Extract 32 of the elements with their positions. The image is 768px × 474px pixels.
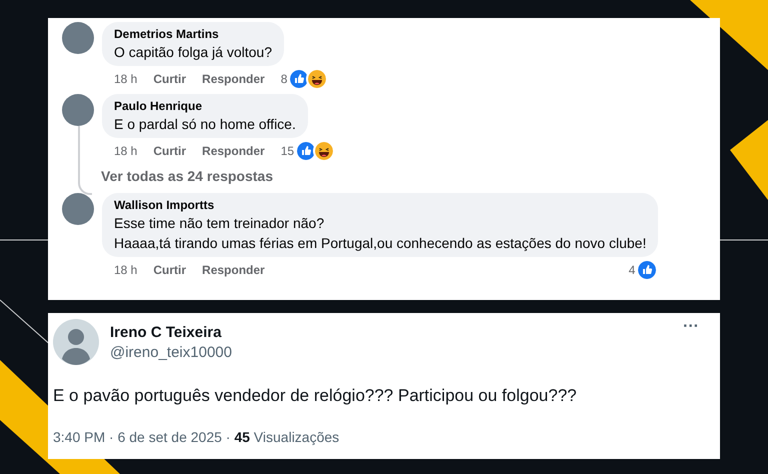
comment-text: Haaaa,tá tirando umas férias em Portugal,ou conhecendo as estações do novo clube! [114, 234, 646, 253]
tweet-text: E o pavão português vendedor de relógio??? Participou ou folgou??? [53, 385, 578, 407]
comment-text: Esse time não tem treinador não? [114, 214, 326, 233]
tweet-meta: 3:40 PM · 6 de set de 2025 · 45 Visualizações [53, 428, 340, 447]
comment-time: 18 h [114, 142, 138, 160]
comment-text: O capitão folga já voltou? [114, 43, 272, 62]
avatar[interactable] [62, 193, 94, 225]
user-name[interactable]: Ireno C Teixeira [110, 323, 232, 343]
view-replies-link[interactable]: Ver todas as 24 respostas [101, 166, 273, 187]
user-handle[interactable]: @ireno_teix10000 [110, 343, 232, 363]
comment-time: 18 h [114, 262, 138, 278]
author-name[interactable]: Demetrios Martins [114, 26, 272, 42]
laughing-emoji-icon [313, 140, 336, 162]
like-link[interactable]: Curtir [153, 70, 186, 88]
avatar-silhouette-icon [53, 319, 99, 365]
author-name[interactable]: Wallison Importts [114, 197, 646, 213]
avatar[interactable] [62, 94, 94, 126]
reply-link[interactable]: Responder [202, 70, 265, 88]
comment-text: E o pardal só no home office. [114, 115, 296, 134]
reaction-count: 8 [280, 70, 288, 88]
thumbs-up-icon [636, 258, 658, 280]
reaction-count: 15 [280, 142, 294, 160]
avatar[interactable] [62, 22, 94, 54]
more-options-button[interactable]: ··· [683, 319, 699, 335]
like-link[interactable]: Curtir [153, 260, 186, 278]
laughing-emoji-icon [306, 68, 328, 90]
reaction-count: 4 [628, 262, 636, 278]
author-name[interactable]: Paulo Henrique [114, 98, 296, 114]
reply-link[interactable]: Responder [202, 142, 265, 160]
reply-link[interactable]: Responder [202, 260, 265, 278]
like-link[interactable]: Curtir [153, 142, 186, 160]
comment-time: 18 h [114, 70, 138, 88]
